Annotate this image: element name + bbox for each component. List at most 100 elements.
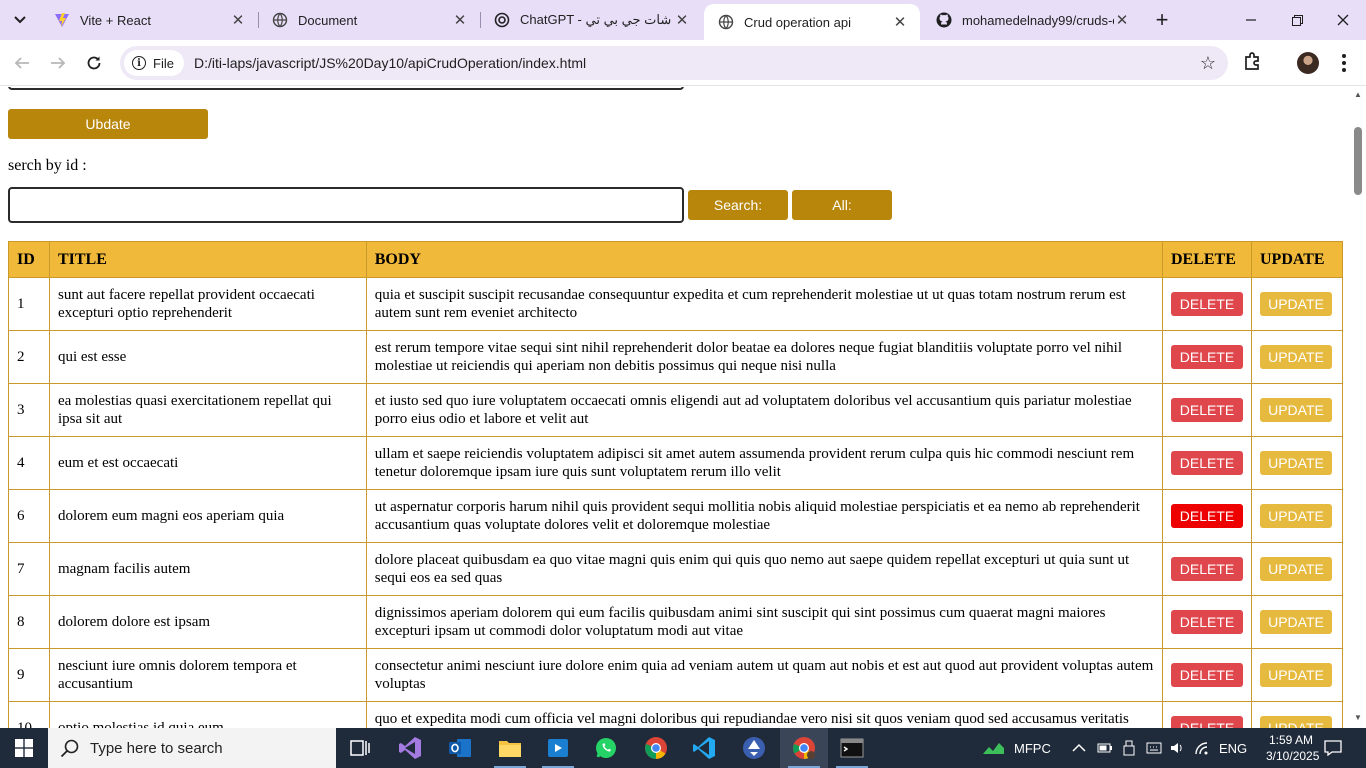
chrome-icon[interactable] — [632, 728, 680, 768]
cell-body: dignissimos aperiam dolorem qui eum faci… — [365, 595, 1163, 649]
taskbar: Type here to search MFPC ENG 1:59 AM 3/1… — [0, 728, 1366, 768]
delete-button[interactable]: DELETE — [1170, 504, 1243, 528]
new-tab-icon[interactable]: + — [1148, 6, 1176, 34]
back-icon[interactable] — [8, 49, 36, 77]
language-indicator[interactable]: ENG — [1219, 728, 1247, 768]
update-button[interactable]: UPDATE — [1259, 398, 1332, 422]
close-icon[interactable]: ✕ — [892, 14, 908, 31]
cell-update: UPDATE — [1250, 383, 1344, 437]
close-icon[interactable]: ✕ — [452, 12, 468, 29]
search-icon — [60, 739, 79, 758]
cell-title: sunt aut facere repellat provident occae… — [48, 277, 367, 331]
scroll-down-icon[interactable]: ▼ — [1353, 714, 1363, 722]
keyboard-icon[interactable] — [1146, 728, 1162, 768]
cell-title: eum et est occaecati — [48, 436, 367, 490]
table-header-row: ID TITLE BODY DELETE UPDATE — [8, 241, 1344, 278]
reload-icon[interactable] — [80, 49, 108, 77]
close-icon[interactable]: ✕ — [1114, 12, 1130, 29]
table-row: 10 optio molestias id quia eum quo et expe… — [8, 701, 1344, 728]
url-text[interactable]: D:/iti-laps/javascript/JS%20Day10/apiCru… — [194, 55, 586, 71]
wifi-icon[interactable] — [1194, 728, 1210, 768]
file-explorer-icon[interactable] — [486, 728, 534, 768]
minimize-icon[interactable] — [1228, 0, 1274, 40]
tab-chatgpt[interactable]: ChatGPT - شات جي بي تي ✕ — [480, 0, 702, 40]
scroll-up-icon[interactable]: ▲ — [1353, 91, 1363, 99]
scrollbar-thumb[interactable] — [1354, 127, 1362, 195]
update-button[interactable]: UPDATE — [1259, 345, 1332, 369]
delete-button[interactable]: DELETE — [1170, 398, 1243, 422]
cell-delete: DELETE — [1161, 383, 1252, 437]
close-icon[interactable]: ✕ — [674, 12, 690, 29]
taskbar-search[interactable]: Type here to search — [48, 728, 336, 768]
close-window-icon[interactable] — [1320, 0, 1366, 40]
close-icon[interactable]: ✕ — [230, 12, 246, 29]
cell-delete: DELETE — [1161, 277, 1252, 331]
outlook-icon[interactable] — [436, 728, 484, 768]
update-button[interactable]: UPDATE — [1259, 451, 1332, 475]
tab-title: Crud operation api — [744, 14, 851, 30]
search-button[interactable]: Search: — [688, 190, 788, 220]
vscode-icon[interactable] — [680, 728, 728, 768]
bookmark-star-icon[interactable]: ☆ — [1200, 53, 1216, 74]
extensions-puzzle-icon[interactable] — [1242, 50, 1266, 74]
update-button[interactable]: UPDATE — [1259, 557, 1332, 581]
update-button[interactable]: UPDATE — [1259, 716, 1332, 728]
cell-update: UPDATE — [1250, 701, 1344, 728]
cell-id: 3 — [8, 383, 50, 437]
battery-icon[interactable] — [1097, 728, 1113, 768]
windows-start-icon[interactable] — [0, 728, 48, 768]
delete-button[interactable]: DELETE — [1170, 292, 1243, 316]
task-view-icon[interactable] — [336, 728, 384, 768]
delete-button[interactable]: DELETE — [1170, 557, 1243, 581]
site-info-chip[interactable]: i File — [124, 50, 184, 76]
cell-delete: DELETE — [1161, 489, 1252, 543]
tab-search-chevron-icon[interactable] — [6, 6, 34, 34]
tab-github[interactable]: mohamedelnady99/cruds-op ✕ — [922, 0, 1142, 40]
delete-button[interactable]: DELETE — [1170, 663, 1243, 687]
delete-button[interactable]: DELETE — [1170, 451, 1243, 475]
address-bar[interactable]: i File D:/iti-laps/javascript/JS%20Day10… — [120, 46, 1228, 80]
forward-icon[interactable] — [44, 49, 72, 77]
delete-button[interactable]: DELETE — [1170, 716, 1243, 728]
update-button[interactable]: UPDATE — [1259, 663, 1332, 687]
update-input-partial[interactable] — [8, 87, 684, 90]
header-body: BODY — [365, 241, 1163, 278]
profile-avatar[interactable] — [1297, 52, 1319, 74]
posts-table: ID TITLE BODY DELETE UPDATE 1 sunt aut fa… — [8, 241, 1344, 728]
delete-button[interactable]: DELETE — [1170, 610, 1243, 634]
search-id-input[interactable] — [8, 187, 684, 223]
cell-id: 7 — [8, 542, 50, 596]
update-button[interactable]: UPDATE — [1259, 504, 1332, 528]
weather-widget[interactable]: MFPC — [982, 728, 1051, 768]
media-icon[interactable] — [534, 728, 582, 768]
cell-update: UPDATE — [1250, 277, 1344, 331]
update-submit-button[interactable]: Ubdate — [8, 109, 208, 139]
table-row: 3 ea molestias quasi exercitationem repel… — [8, 383, 1344, 437]
update-button[interactable]: UPDATE — [1259, 610, 1332, 634]
clock[interactable]: 1:59 AM 3/10/2025 — [1266, 732, 1319, 764]
more-menu-icon[interactable] — [1336, 50, 1352, 76]
search-label: serch by id : — [8, 157, 87, 174]
terminal-icon[interactable] — [828, 728, 876, 768]
tab-document[interactable]: Document ✕ — [258, 0, 480, 40]
all-button[interactable]: All: — [792, 190, 892, 220]
inkscape-icon[interactable] — [730, 728, 778, 768]
header-delete: DELETE — [1161, 241, 1252, 278]
usb-device-icon[interactable] — [1122, 728, 1136, 768]
tab-vite-react[interactable]: Vite + React ✕ — [40, 0, 258, 40]
restore-icon[interactable] — [1274, 0, 1320, 40]
tab-crud-operation-api[interactable]: Crud operation api ✕ — [704, 4, 920, 40]
cell-delete: DELETE — [1161, 701, 1252, 728]
notifications-icon[interactable] — [1324, 728, 1342, 768]
delete-button[interactable]: DELETE — [1170, 345, 1243, 369]
page-scrollbar[interactable]: ▲ ▼ — [1350, 87, 1366, 728]
visual-studio-icon[interactable] — [386, 728, 434, 768]
update-button[interactable]: UPDATE — [1259, 292, 1332, 316]
vite-icon — [54, 12, 70, 28]
whatsapp-icon[interactable] — [582, 728, 630, 768]
cell-body: quia et suscipit suscipit recusandae con… — [365, 277, 1163, 331]
cell-update: UPDATE — [1250, 330, 1344, 384]
volume-icon[interactable] — [1169, 728, 1185, 768]
tray-overflow-icon[interactable] — [1072, 728, 1086, 768]
chrome-profile-icon[interactable] — [780, 728, 828, 768]
